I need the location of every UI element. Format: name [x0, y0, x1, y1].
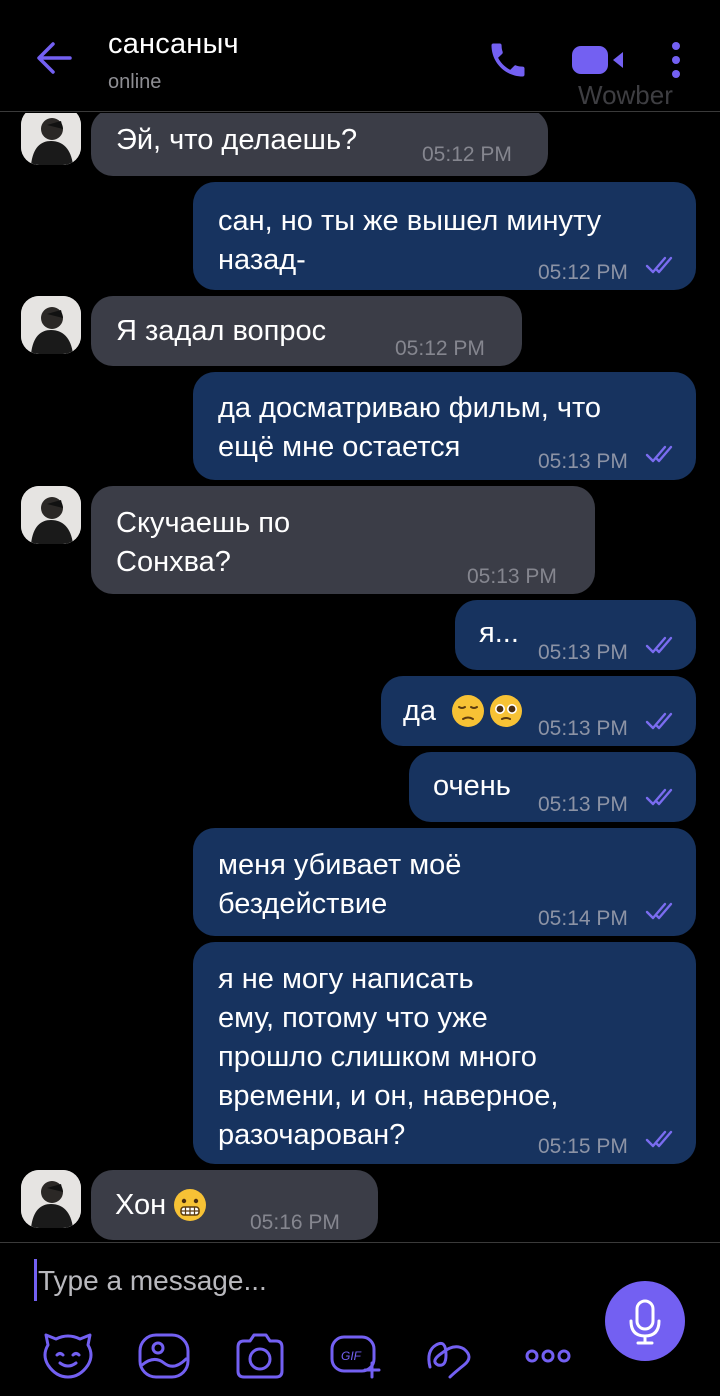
read-checks-icon: [645, 445, 673, 463]
message-time: 05:12 PM: [422, 143, 512, 166]
back-arrow-icon[interactable]: [34, 38, 74, 78]
message-list[interactable]: Эй, что делаешь? 05:12 PM сан, но ты же …: [0, 113, 720, 1241]
image-icon[interactable]: [136, 1331, 192, 1381]
message-time: 05:12 PM: [395, 337, 485, 360]
composer: GIF: [0, 1242, 720, 1396]
message-bubble-incoming[interactable]: Хон 05:16 PM: [91, 1170, 378, 1240]
message-text: очень: [433, 770, 511, 802]
more-dots-icon[interactable]: [520, 1331, 576, 1381]
pleading-face-icon: [490, 695, 522, 727]
camera-icon[interactable]: [232, 1331, 288, 1381]
avatar[interactable]: [21, 486, 81, 544]
message-bubble-outgoing[interactable]: я... 05:13 PM: [455, 600, 696, 670]
read-checks-icon: [645, 788, 673, 806]
message-time: 05:15 PM: [538, 1135, 628, 1158]
message-bubble-outgoing[interactable]: меня убивает моё бездействие 05:14 PM: [193, 828, 696, 936]
message-time: 05:13 PM: [538, 793, 628, 816]
text-cursor: [34, 1259, 37, 1301]
contact-name[interactable]: сансаныч: [108, 28, 239, 61]
message-time: 05:13 PM: [538, 641, 628, 664]
message-bubble-incoming[interactable]: Я задал вопрос 05:12 PM: [91, 296, 522, 366]
avatar[interactable]: [21, 1170, 81, 1228]
read-checks-icon: [645, 902, 673, 920]
message-text: Я задал вопрос: [116, 315, 327, 347]
phone-icon[interactable]: [486, 38, 530, 82]
contact-status: online: [108, 71, 162, 93]
message-bubble-outgoing[interactable]: я не могу написать ему, потому что уже п…: [193, 942, 696, 1164]
message-bubble-outgoing[interactable]: да 05:13 PM: [381, 676, 696, 746]
doodle-icon[interactable]: [424, 1331, 480, 1381]
svg-text:GIF: GIF: [341, 1349, 362, 1363]
chat-header: сансаныч online Wowber: [0, 0, 720, 112]
message-bubble-outgoing[interactable]: сан, но ты же вышел минуту назад- 05:12 …: [193, 182, 696, 290]
message-text: меня убивает моё бездействие: [218, 849, 462, 920]
message-bubble-incoming[interactable]: Эй, что делаешь? 05:12 PM: [91, 113, 548, 176]
message-text: Хон: [115, 1189, 167, 1221]
message-time: 05:13 PM: [538, 717, 628, 740]
message-time: 05:16 PM: [250, 1211, 340, 1234]
more-vertical-icon[interactable]: [664, 38, 688, 82]
message-bubble-incoming[interactable]: Скучаешь по Сонхва? 05:13 PM: [91, 486, 595, 594]
message-time: 05:13 PM: [538, 450, 628, 473]
microphone-icon[interactable]: [605, 1281, 685, 1361]
read-checks-icon: [645, 1130, 673, 1148]
read-checks-icon: [645, 636, 673, 654]
read-checks-icon: [645, 712, 673, 730]
sticker-icon[interactable]: [40, 1331, 96, 1381]
message-text: я не могу написать ему, потому что уже п…: [218, 963, 559, 1151]
avatar[interactable]: [21, 113, 81, 165]
watermark: Wowber: [578, 80, 673, 110]
message-bubble-outgoing[interactable]: да досматриваю фильм, что ещё мне остает…: [193, 372, 696, 480]
message-time: 05:13 PM: [467, 565, 557, 588]
message-text: Скучаешь по Сонхва?: [116, 507, 291, 578]
message-time: 05:12 PM: [538, 261, 628, 284]
read-checks-icon: [645, 256, 673, 274]
message-text: да: [403, 695, 437, 727]
message-time: 05:14 PM: [538, 907, 628, 930]
video-call-icon[interactable]: [570, 40, 628, 80]
message-bubble-outgoing[interactable]: очень 05:13 PM: [409, 752, 696, 822]
message-input[interactable]: [38, 1261, 578, 1301]
message-text: Эй, что делаешь?: [116, 124, 358, 156]
pensive-face-icon: [452, 695, 484, 727]
message-text: я...: [479, 617, 519, 649]
grimacing-face-icon: [174, 1189, 206, 1221]
message-input-area[interactable]: [0, 1243, 600, 1323]
gif-icon[interactable]: GIF: [328, 1331, 384, 1381]
avatar[interactable]: [21, 296, 81, 354]
